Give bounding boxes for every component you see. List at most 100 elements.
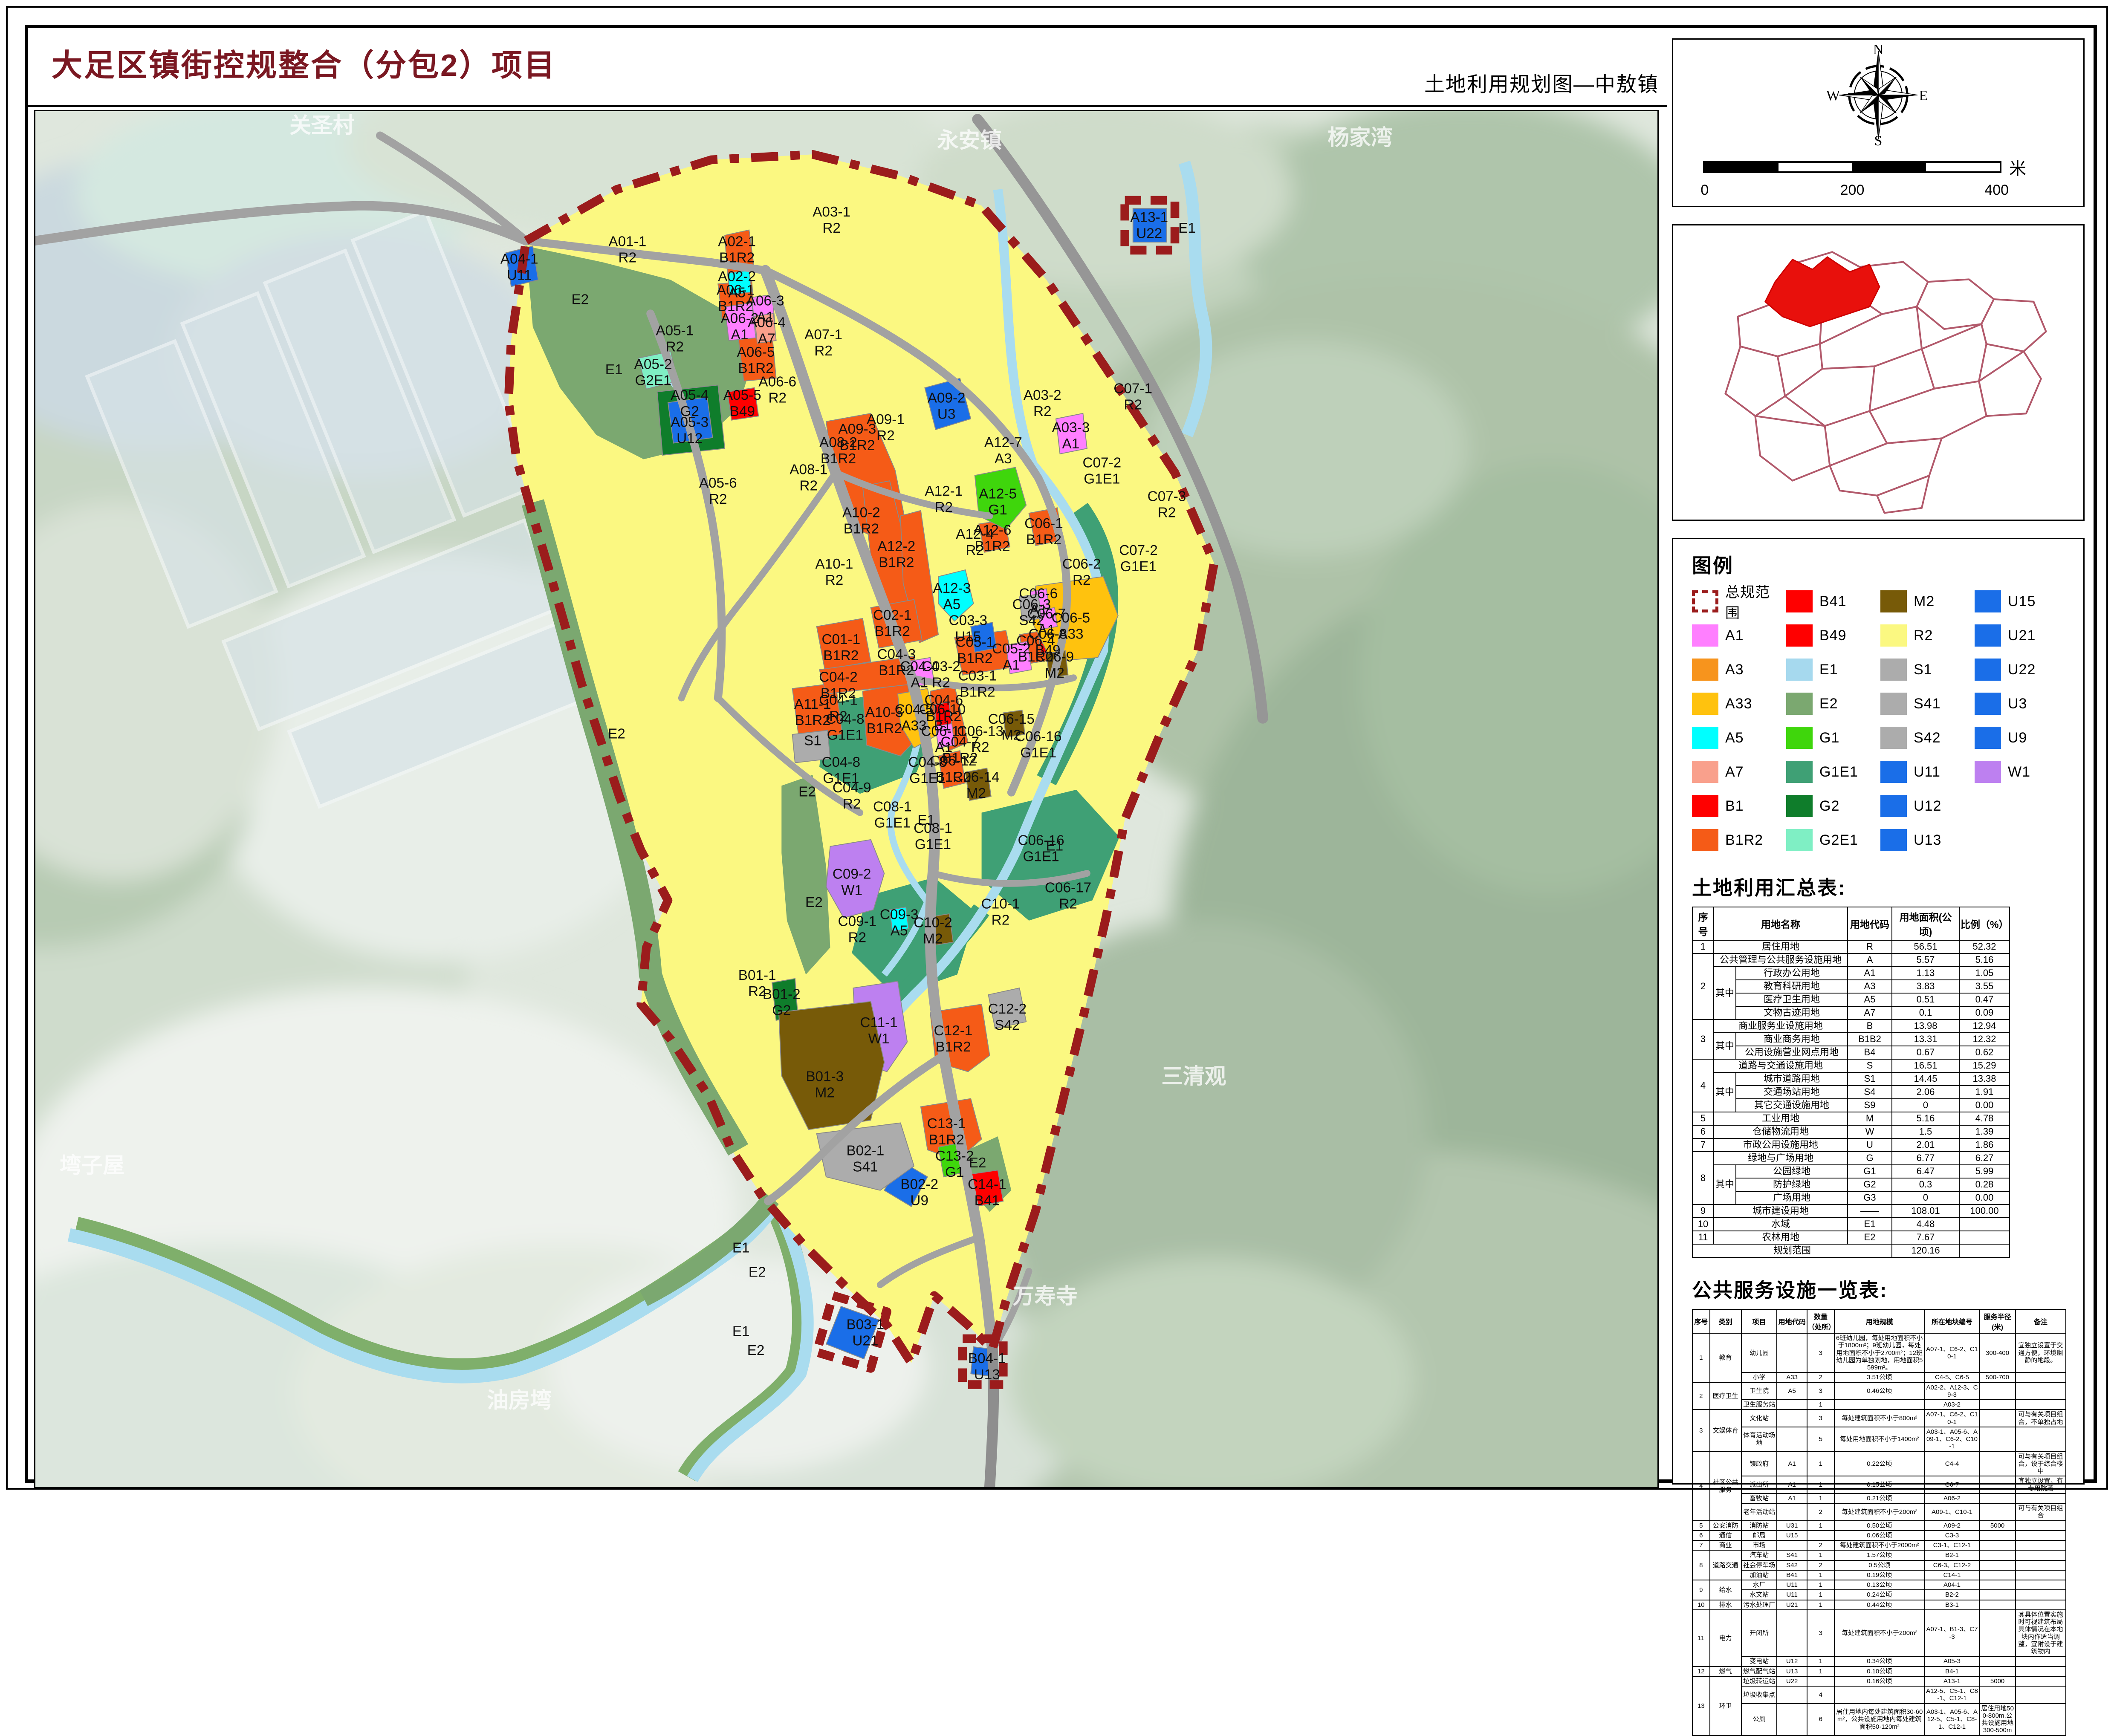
cell: G bbox=[1848, 1152, 1892, 1165]
highlighted-town bbox=[1765, 257, 1880, 326]
cell: A1 bbox=[1777, 1493, 1807, 1503]
cell: 其中 bbox=[1714, 1072, 1736, 1112]
cell bbox=[1979, 1427, 2015, 1452]
cell bbox=[1777, 1503, 1807, 1521]
table-row: 社会停车场S4220.5公顷C6-3、C12-2 bbox=[1692, 1560, 2066, 1570]
cell: 1 bbox=[1807, 1521, 1834, 1531]
cell: S bbox=[1848, 1059, 1892, 1072]
cell bbox=[2016, 1372, 2066, 1382]
cell: C6-3、C12-2 bbox=[1925, 1560, 1980, 1570]
cell bbox=[2016, 1600, 2066, 1610]
legend-item: G1 bbox=[1786, 721, 1878, 755]
legend-item: B1R2 bbox=[1692, 823, 1784, 857]
cell: 2 bbox=[1692, 953, 1714, 1020]
cell: 水厂 bbox=[1741, 1580, 1777, 1590]
color-swatch bbox=[1786, 624, 1813, 647]
cell: 社会停车场 bbox=[1741, 1560, 1777, 1570]
table-row: 其中商业商务用地B1B213.3112.32 bbox=[1692, 1033, 2010, 1046]
cell: S42 bbox=[1777, 1560, 1807, 1570]
cell: 1 bbox=[1807, 1667, 1834, 1676]
cell: 0 bbox=[1892, 1191, 1959, 1205]
cell: 农林用地 bbox=[1714, 1231, 1848, 1244]
table-row: 垃圾收集点4A12-5、C5-1、C8-1、C12-1 bbox=[1692, 1686, 2066, 1704]
legend-label: R2 bbox=[1914, 627, 1933, 644]
cell: 1.57公顷 bbox=[1834, 1550, 1925, 1560]
cell: 9 bbox=[1692, 1205, 1714, 1218]
cell: 水文站 bbox=[1741, 1590, 1777, 1600]
cell: C4-5、C6-5 bbox=[1925, 1372, 1980, 1382]
color-swatch bbox=[1975, 727, 2001, 749]
legend-item: U11 bbox=[1880, 755, 1972, 789]
cell: 电力 bbox=[1710, 1610, 1741, 1667]
legend-label: G1 bbox=[1819, 730, 1839, 746]
legend-item: M2 bbox=[1880, 584, 1972, 618]
header-cell: 用地名称 bbox=[1714, 907, 1848, 940]
cell: A07-1、B1-3、C7-3 bbox=[1925, 1610, 1980, 1657]
cell: 0.34公顷 bbox=[1834, 1656, 1925, 1666]
drawing-frame: 大足区镇街控规整合（分包2）项目 土地利用规划图—中敖镇 bbox=[25, 25, 2097, 1483]
legend-label: U22 bbox=[2008, 661, 2036, 678]
color-swatch bbox=[1880, 727, 1907, 749]
parcel-label: E2 bbox=[747, 1343, 765, 1358]
cell: 1 bbox=[1807, 1550, 1834, 1560]
legend-label: U21 bbox=[2008, 627, 2036, 644]
parcel-label: E1 bbox=[1046, 838, 1063, 854]
table-row: 变电站U1210.34公顷A05-3 bbox=[1692, 1656, 2066, 1666]
parcel-label: E1 bbox=[917, 812, 935, 828]
header-cell: 数量（处所） bbox=[1807, 1309, 1834, 1333]
color-swatch bbox=[1975, 693, 2001, 715]
legend-item: U3 bbox=[1975, 687, 2066, 721]
table-row: 5工业用地M5.164.78 bbox=[1692, 1112, 2010, 1125]
header-cell: 用地规模 bbox=[1834, 1309, 1925, 1333]
color-swatch bbox=[1880, 795, 1907, 817]
cell: 每处建筑面积不小于200m² bbox=[1834, 1503, 1925, 1521]
legend-label: 总规范围 bbox=[1725, 581, 1784, 622]
legend-label: G2 bbox=[1819, 798, 1839, 815]
cell bbox=[1834, 1400, 1925, 1410]
legend-label: S1 bbox=[1914, 661, 1932, 678]
legend-item: S41 bbox=[1880, 687, 1972, 721]
table-row: 7商业市场2每处建筑面积不小于2000m²C3-1、C12-1 bbox=[1692, 1540, 2066, 1550]
cell bbox=[1979, 1570, 2015, 1580]
cell bbox=[1979, 1686, 2015, 1704]
cell: 1.86 bbox=[1959, 1138, 2010, 1152]
cell: A5 bbox=[1777, 1383, 1807, 1400]
cell bbox=[1777, 1610, 1807, 1657]
table-row: 7市政公用设施用地U2.011.86 bbox=[1692, 1138, 2010, 1152]
cell: C3-1、C12-1 bbox=[1925, 1540, 1980, 1550]
legend-item: B49 bbox=[1786, 618, 1878, 653]
cell: 变电站 bbox=[1741, 1656, 1777, 1666]
right-panel: N S W E 米 0 200 400 bbox=[1672, 38, 2085, 1485]
cell bbox=[1777, 1400, 1807, 1410]
cell: 可与有关项目组合，不单独占地 bbox=[2016, 1410, 2066, 1427]
cell: 0.47 bbox=[1959, 993, 2010, 1006]
cell: 1 bbox=[1807, 1656, 1834, 1666]
cell: 6.27 bbox=[1959, 1152, 2010, 1165]
cell bbox=[2016, 1540, 2066, 1550]
cell: 4 bbox=[1692, 1059, 1714, 1112]
legend-item: S1 bbox=[1880, 653, 1972, 687]
cell: C6-7 bbox=[1925, 1476, 1980, 1493]
cell: 5 bbox=[1807, 1427, 1834, 1452]
table-row: 10水域E14.48 bbox=[1692, 1218, 2010, 1231]
cell: 教育 bbox=[1710, 1333, 1741, 1383]
table-row: 畜牧站A110.21公顷A06-2 bbox=[1692, 1493, 2066, 1503]
cell: 3.51公顷 bbox=[1834, 1372, 1925, 1382]
legend-item: A7 bbox=[1692, 755, 1784, 789]
cell bbox=[2016, 1570, 2066, 1580]
table-row: 8绿地与广场用地G6.776.27 bbox=[1692, 1152, 2010, 1165]
parcel-label: A02-1B1R2 bbox=[718, 234, 756, 266]
table-row: 11电力开闭所3每处建筑面积不小于200m²A07-1、B1-3、C7-3其具体… bbox=[1692, 1610, 2066, 1657]
legend-item: A3 bbox=[1692, 653, 1784, 687]
compass-w: W bbox=[1826, 88, 1840, 104]
header-cell: 序号 bbox=[1692, 907, 1714, 940]
compass-rose: N S W E bbox=[1789, 42, 1968, 149]
cell bbox=[2016, 1400, 2066, 1410]
cell bbox=[1959, 1231, 2010, 1244]
cell: 3 bbox=[1807, 1333, 1834, 1372]
compass-n: N bbox=[1873, 42, 1884, 58]
legend-label: U9 bbox=[2008, 730, 2027, 746]
place-name-label: 杨家湾 bbox=[1327, 125, 1392, 150]
parcel-label: E2 bbox=[571, 292, 589, 308]
parcel-label: E2 bbox=[749, 1264, 766, 1280]
